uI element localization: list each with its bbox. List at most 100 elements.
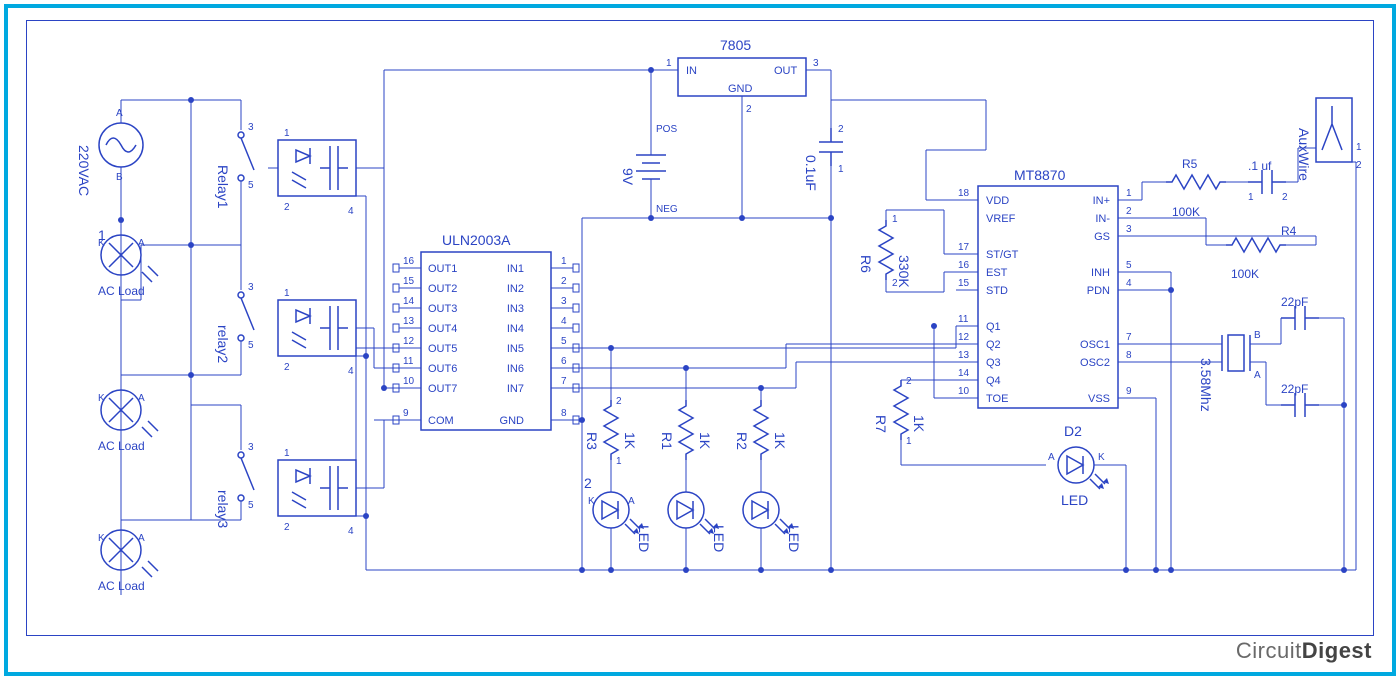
svg-text:OUT2: OUT2 — [428, 283, 457, 295]
svg-text:IN1: IN1 — [507, 263, 524, 275]
vac-label: 220VAC — [76, 145, 92, 196]
svg-text:Relay1: Relay1 — [215, 165, 231, 209]
svg-text:3: 3 — [561, 296, 567, 307]
svg-text:2: 2 — [1282, 192, 1288, 203]
xtal: 3.58Mhz B A — [1198, 330, 1261, 412]
svg-text:14: 14 — [403, 296, 415, 307]
svg-text:COM: COM — [428, 415, 454, 427]
r6: R6 330K 12 — [858, 214, 912, 289]
r5: R5 100K — [1166, 157, 1226, 219]
svg-text:GND: GND — [500, 415, 525, 427]
svg-text:11: 11 — [403, 356, 414, 367]
svg-text:2: 2 — [1126, 206, 1132, 217]
svg-text:9: 9 — [1126, 386, 1132, 397]
svg-text:1: 1 — [1126, 188, 1132, 199]
svg-text:100K: 100K — [1172, 205, 1200, 219]
svg-text:STD: STD — [986, 285, 1008, 297]
svg-text:2: 2 — [892, 278, 898, 289]
svg-text:13: 13 — [958, 350, 970, 361]
svg-text:2: 2 — [1356, 160, 1362, 171]
svg-text:2: 2 — [284, 202, 290, 213]
svg-text:4: 4 — [561, 316, 567, 327]
svg-text:22pF: 22pF — [1281, 295, 1308, 309]
svg-text:Q3: Q3 — [986, 357, 1001, 369]
svg-text:VSS: VSS — [1088, 393, 1110, 405]
svg-text:7: 7 — [561, 376, 567, 387]
svg-text:relay2: relay2 — [215, 325, 231, 363]
svg-text:LED: LED — [711, 525, 727, 552]
svg-text:18: 18 — [958, 188, 970, 199]
svg-text:R1: R1 — [659, 432, 675, 450]
svg-text:TOE: TOE — [986, 393, 1008, 405]
svg-text:9: 9 — [403, 408, 409, 419]
svg-text:MT8870: MT8870 — [1014, 167, 1066, 183]
svg-text:VDD: VDD — [986, 195, 1009, 207]
svg-text:1: 1 — [838, 164, 844, 175]
svg-text:B: B — [116, 172, 123, 183]
status-led-1: R3 1K 2 LED 21 KA — [584, 396, 652, 552]
svg-text:B: B — [1254, 330, 1261, 341]
ac-load-2: AC Load KA — [98, 390, 158, 453]
r7: R7 1K 21 — [873, 376, 927, 447]
svg-text:OUT7: OUT7 — [428, 383, 457, 395]
svg-text:1: 1 — [1248, 192, 1254, 203]
svg-text:2: 2 — [616, 396, 622, 407]
watermark-bold: Digest — [1302, 638, 1372, 663]
svg-text:5: 5 — [1126, 260, 1132, 271]
cap-xtal-2: 22pF — [1281, 382, 1319, 417]
svg-text:330K: 330K — [896, 255, 912, 288]
svg-text:OUT1: OUT1 — [428, 263, 457, 275]
status-led-2: R1 1K LED — [659, 400, 727, 552]
svg-text:ULN2003A: ULN2003A — [442, 232, 511, 248]
svg-text:IN-: IN- — [1095, 213, 1110, 225]
svg-text:3.58Mhz: 3.58Mhz — [1198, 358, 1214, 412]
svg-text:17: 17 — [958, 242, 970, 253]
svg-text:Q1: Q1 — [986, 321, 1001, 333]
svg-text:1K: 1K — [697, 432, 713, 450]
svg-text:5: 5 — [248, 180, 254, 191]
svg-text:GND: GND — [728, 83, 753, 95]
svg-text:2: 2 — [584, 475, 592, 491]
svg-text:PDN: PDN — [1087, 285, 1110, 297]
svg-text:2: 2 — [284, 362, 290, 373]
svg-text:K: K — [588, 496, 595, 507]
svg-text:ST/GT: ST/GT — [986, 249, 1019, 261]
svg-text:IN3: IN3 — [507, 303, 524, 315]
svg-text:AC Load: AC Load — [98, 439, 145, 453]
svg-text:relay3: relay3 — [215, 490, 231, 528]
svg-text:LED: LED — [636, 525, 652, 552]
svg-text:6: 6 — [561, 356, 567, 367]
svg-text:R6: R6 — [858, 255, 874, 273]
svg-text:IN: IN — [686, 65, 697, 77]
svg-text:K: K — [1098, 452, 1105, 463]
svg-text:1: 1 — [1356, 142, 1362, 153]
svg-text:IN2: IN2 — [507, 283, 524, 295]
svg-text:100K: 100K — [1231, 267, 1259, 281]
svg-text:OUT3: OUT3 — [428, 303, 457, 315]
svg-text:5: 5 — [561, 336, 567, 347]
svg-text:1K: 1K — [772, 432, 788, 450]
svg-text:VREF: VREF — [986, 213, 1016, 225]
svg-text:IN7: IN7 — [507, 383, 524, 395]
svg-text:R7: R7 — [873, 415, 889, 433]
svg-text:11: 11 — [958, 314, 969, 325]
svg-text:1: 1 — [284, 288, 290, 299]
svg-text:A: A — [1048, 452, 1055, 463]
svg-text:4: 4 — [348, 526, 354, 537]
svg-text:5: 5 — [248, 340, 254, 351]
svg-text:A: A — [1254, 370, 1261, 381]
svg-text:IN6: IN6 — [507, 363, 524, 375]
cap-xtal-1: 22pF — [1281, 295, 1319, 330]
ac-source: 220VAC A B — [76, 100, 143, 220]
svg-text:2: 2 — [746, 104, 752, 115]
svg-text:1: 1 — [561, 256, 567, 267]
relay3: relay3 3 5 1 2 4 — [191, 375, 356, 537]
svg-text:1: 1 — [906, 436, 912, 447]
svg-text:10: 10 — [403, 376, 415, 387]
svg-text:K: K — [98, 393, 105, 404]
svg-text:IN4: IN4 — [507, 323, 524, 335]
svg-text:Q4: Q4 — [986, 375, 1001, 387]
svg-text:EST: EST — [986, 267, 1008, 279]
svg-text:OUT6: OUT6 — [428, 363, 457, 375]
svg-text:INH: INH — [1091, 267, 1110, 279]
